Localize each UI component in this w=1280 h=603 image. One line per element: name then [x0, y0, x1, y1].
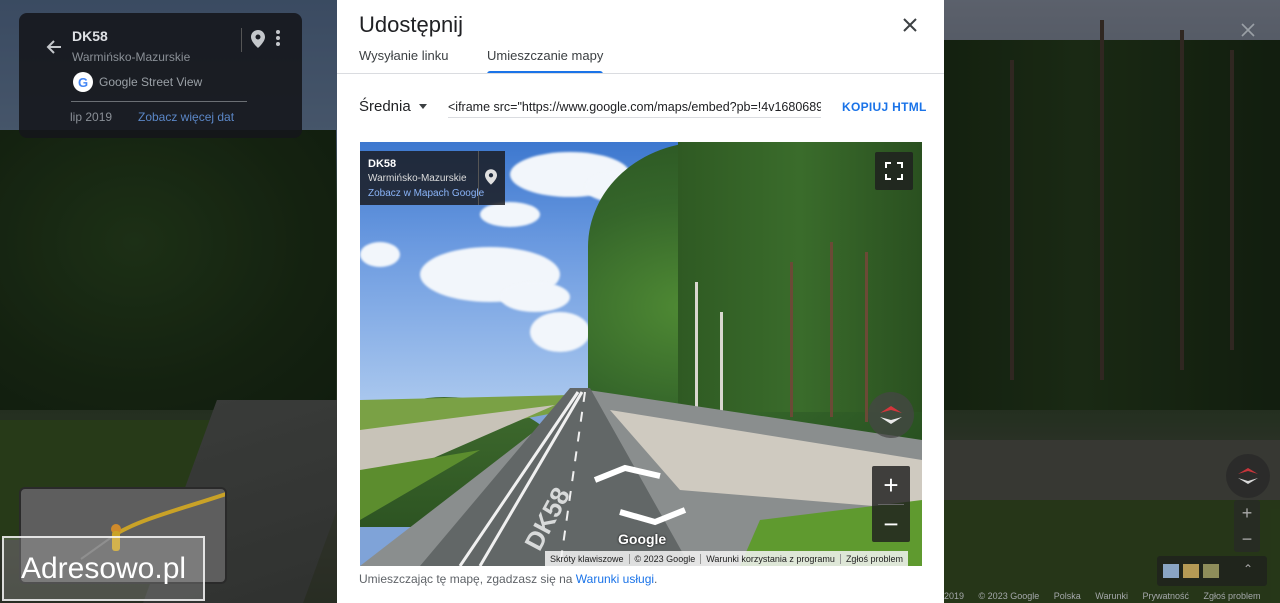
preview-footer: Skróty klawiszowe © 2023 Google Warunki … [545, 551, 908, 566]
cloud [500, 282, 570, 312]
cloud [480, 202, 540, 227]
tab-send-link[interactable]: Wysyłanie linku [359, 48, 448, 72]
preview-info-card: DK58 Warmińsko-Mazurskie Zobacz w Mapach… [360, 151, 505, 205]
footer-year: 2019 [944, 591, 965, 601]
share-dialog: Udostępnij Wysyłanie linku Umieszczanie … [337, 0, 944, 603]
footer-copyright: © 2023 Google [630, 553, 702, 564]
terms-text: Umieszczając tę mapę, zgadzasz się na [359, 572, 573, 586]
close-icon[interactable] [902, 17, 918, 33]
embed-preview[interactable]: DK58 DK58 Warmińsko-Mazurskie Zobacz w M… [360, 142, 922, 566]
google-g-icon: G [73, 72, 93, 92]
watermark: Adresowo.pl [2, 536, 205, 601]
divider [478, 151, 479, 205]
location-region: Warmińsko-Mazurskie [72, 50, 191, 64]
compass-icon[interactable] [1226, 454, 1270, 498]
bg-zoom-in-button[interactable]: + [1234, 500, 1260, 526]
footer-country[interactable]: Polska [1054, 591, 1081, 601]
cloud [360, 242, 400, 267]
embed-code-field[interactable] [448, 96, 821, 118]
dialog-title: Udostępnij [359, 12, 463, 37]
fullscreen-icon[interactable] [875, 152, 913, 190]
footer-privacy[interactable]: Prywatność [1142, 591, 1189, 601]
preview-region: Warmińsko-Mazurskie [368, 173, 467, 184]
caret-down-icon [418, 104, 427, 109]
bg-zoom-out-button[interactable]: − [1234, 526, 1260, 552]
footer-report[interactable]: Zgłoś problem [1204, 591, 1261, 601]
divider [71, 101, 247, 102]
cloud [530, 312, 590, 352]
size-dropdown-value: Średnia [359, 98, 411, 115]
google-logo: Google [618, 531, 667, 547]
copy-html-button[interactable]: KOPIUJ HTML [842, 100, 927, 114]
pin-icon[interactable] [485, 169, 497, 185]
source-label: Google Street View [99, 75, 203, 89]
zoom-out-button[interactable]: − [872, 505, 910, 543]
location-info-card: DK58 Warmińsko-Mazurskie G Google Street… [19, 13, 302, 138]
divider [241, 28, 242, 52]
more-vert-icon[interactable] [275, 29, 281, 47]
location-title: DK58 [72, 28, 108, 44]
tabs-divider [337, 73, 944, 74]
bg-zoom-controls: + − [1234, 500, 1260, 552]
zoom-in-button[interactable]: + [872, 466, 910, 504]
footer-terms-link[interactable]: Warunki korzystania z programu [701, 553, 841, 564]
compass-icon[interactable] [868, 392, 914, 438]
close-icon[interactable] [1240, 22, 1256, 38]
capture-date: lip 2019 [70, 110, 113, 124]
size-dropdown[interactable]: Średnia [359, 98, 427, 115]
view-in-maps-link[interactable]: Zobacz w Mapach Google [368, 188, 484, 199]
footer-terms[interactable]: Warunki [1095, 591, 1128, 601]
back-arrow-icon[interactable] [44, 37, 64, 57]
bg-footer: 2019 © 2023 Google Polska Warunki Prywat… [944, 591, 1280, 603]
terms-notice: Umieszczając tę mapę, zgadzasz się na Wa… [359, 572, 657, 586]
terms-suffix: . [654, 572, 658, 586]
layer-thumbnails[interactable]: ⌃ [1157, 556, 1267, 586]
footer-report-link[interactable]: Zgłoś problem [841, 554, 908, 564]
footer-copyright: © 2023 Google [978, 591, 1040, 601]
terms-link[interactable]: Warunki usługi [576, 572, 654, 586]
tab-embed-map[interactable]: Umieszczanie mapy [487, 48, 604, 74]
more-dates-link[interactable]: Zobacz więcej dat [138, 110, 234, 124]
pin-icon[interactable] [251, 30, 265, 48]
preview-zoom-controls: + − [872, 466, 910, 542]
keyboard-shortcuts-link[interactable]: Skróty klawiszowe [545, 553, 630, 564]
preview-title: DK58 [368, 158, 397, 170]
